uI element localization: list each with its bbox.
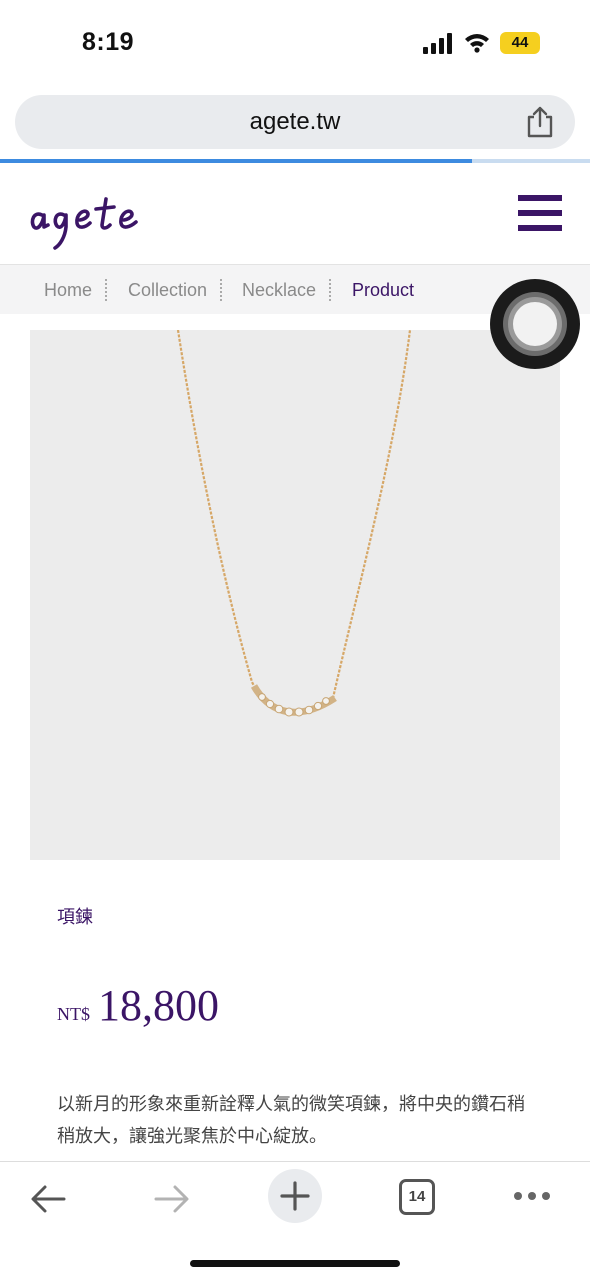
status-time: 8:19 [82,28,135,56]
breadcrumb-separator [105,279,107,301]
menu-bar-bottom [518,225,562,231]
product-name: 項鍊 [57,907,93,927]
url-text[interactable]: agete.tw [15,108,575,136]
assistive-touch-button[interactable] [490,279,580,369]
product-description: 以新月的形象來重新詮釋人氣的微笑項鍊，將中央的鑽石稍稍放大，讓強光聚焦於中心綻放… [57,1094,525,1146]
breadcrumb-separator [329,279,331,301]
breadcrumb-necklace[interactable]: Necklace [242,280,316,301]
new-tab-button[interactable] [268,1169,322,1223]
product-price: NT$ 18,800 [57,980,219,1031]
back-arrow-icon[interactable] [30,1184,66,1214]
assistive-touch-core [513,302,557,346]
assistive-touch-inner-ring [508,297,562,351]
battery-indicator: 44 [500,32,540,54]
tab-switcher-button[interactable]: 14 [399,1179,435,1215]
browser-toolbar: 14 [0,1161,590,1279]
site-header [0,163,590,263]
address-bar[interactable]: agete.tw [15,95,575,149]
product-image[interactable] [30,329,560,860]
assistive-touch-ring [503,292,567,356]
agete-logo[interactable] [28,185,178,251]
home-indicator[interactable] [190,1260,400,1267]
forward-arrow-icon[interactable] [154,1184,190,1214]
menu-icon[interactable] [518,195,562,233]
status-bar: 8:19 44 [0,0,590,86]
wifi-icon [465,34,489,53]
breadcrumb-collection[interactable]: Collection [128,280,207,301]
share-icon[interactable] [525,105,555,139]
breadcrumb-product: Product [352,280,415,300]
necklace-image [176,329,412,717]
menu-bar-top [518,195,562,201]
more-icon[interactable] [512,1190,552,1202]
plus-icon [280,1181,310,1211]
breadcrumb-separator [220,279,222,301]
price-amount: 18,800 [98,981,219,1030]
price-currency: NT$ [57,1004,90,1024]
breadcrumb-home[interactable]: Home [44,280,92,301]
menu-bar-middle [518,210,562,216]
signal-icon [423,33,452,54]
